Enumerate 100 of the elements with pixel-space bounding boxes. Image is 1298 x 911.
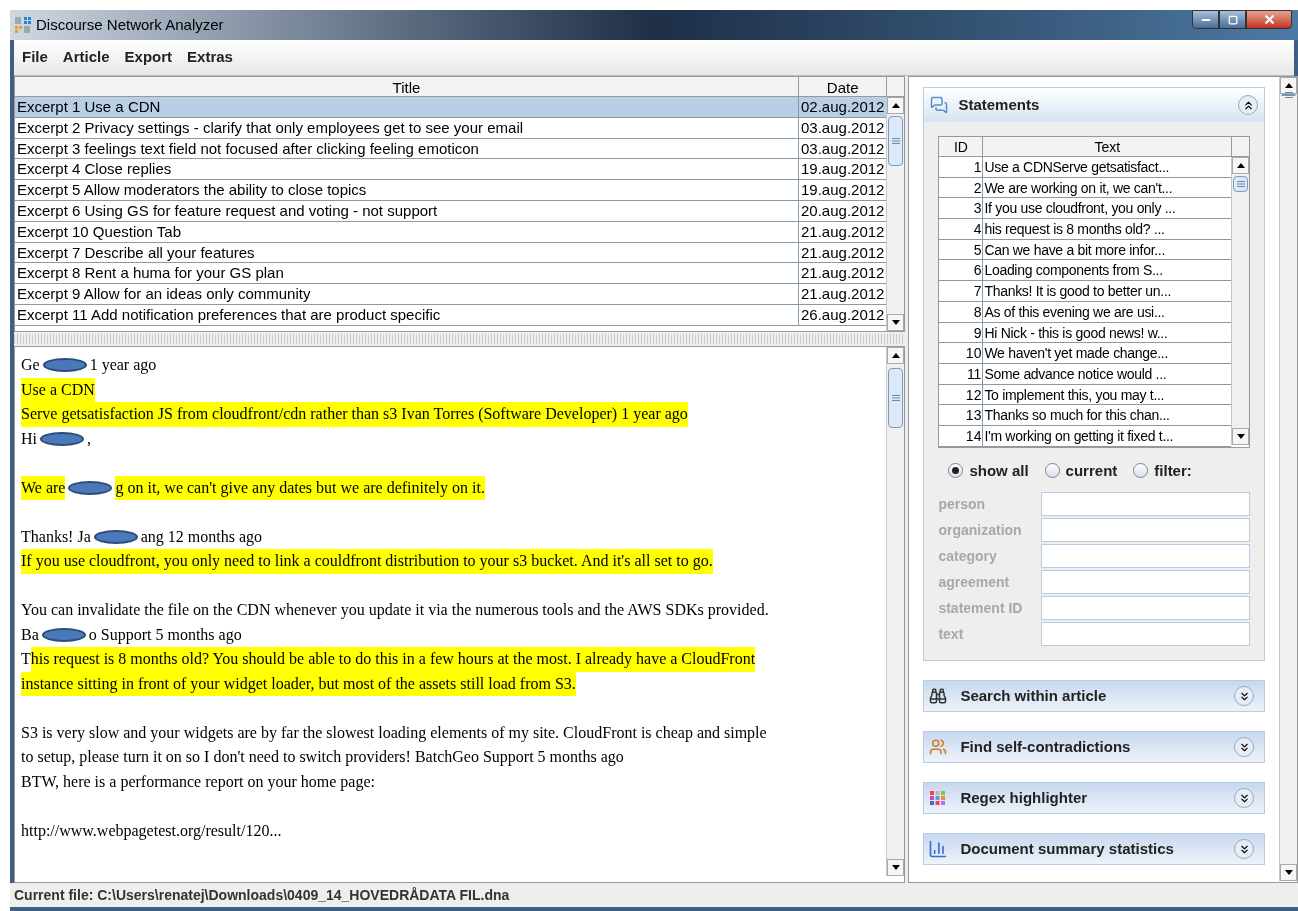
table-cell: Excerpt 2 Privacy settings - clarify that only employees get to see your email xyxy=(15,117,799,138)
article-row[interactable]: Excerpt 1 Use a CDN 02.aug.2012 xyxy=(15,97,887,118)
table-cell: Excerpt 11 Add notification preferences that are product specific xyxy=(15,304,799,325)
field-label: person xyxy=(938,494,987,514)
article-text: Use a CDN xyxy=(21,377,95,402)
statement-row[interactable]: 13 Thanks so much for this chan... xyxy=(939,405,1232,426)
table-cell: Excerpt 9 Allow for an ideas only community xyxy=(15,284,799,304)
scroll-down-button[interactable] xyxy=(1280,864,1298,881)
table-cell-text: I'm working on getting it fixed t... xyxy=(983,426,1175,446)
statement-row[interactable]: 10 We haven't yet made change... xyxy=(939,343,1232,364)
table-cell: 2 xyxy=(939,177,984,198)
table-cell: 1 xyxy=(939,157,984,177)
radio-button[interactable]: current xyxy=(1044,459,1118,483)
article-text: instance sitting in front of your widget loader, but most of the assets still load from S3. xyxy=(21,671,576,696)
maximize-button[interactable] xyxy=(1219,10,1246,29)
statement-row[interactable]: 9 Hi Nick - this is good news! w... xyxy=(939,322,1232,344)
table-cell-text: Loading components from S... xyxy=(983,261,1164,281)
article-text: ang 12 months ago xyxy=(140,526,263,548)
table-cell-text: 21.aug.2012 xyxy=(800,284,886,304)
scroll-thumb[interactable] xyxy=(1281,94,1297,96)
article-row[interactable]: Excerpt 10 Question Tab 21.aug.2012 xyxy=(15,221,887,243)
statement-row[interactable]: 4 his request is 8 months old? ... xyxy=(939,219,1232,240)
article-text: Serve getsatisfaction JS from cloudfront/cdn rather than s3 Ivan Torres (Software Developer) 1 year ago xyxy=(21,402,688,427)
panel-header[interactable]: Search within article xyxy=(923,680,1266,713)
statement-row[interactable]: 12 To implement this, you may t... xyxy=(939,384,1232,406)
statement-row[interactable]: 14 I'm working on getting it fixed t... xyxy=(939,425,1232,447)
scroll-down-button[interactable] xyxy=(1232,428,1250,445)
column-header[interactable]: Date xyxy=(799,77,887,96)
speech-bubbles-icon xyxy=(930,96,949,114)
statement-row[interactable]: 7 Thanks! It is good to better un... xyxy=(939,281,1232,302)
table-cell: Excerpt 7 Describe all your features xyxy=(15,242,799,263)
article-text: g on it, we can't give any dates but we are definitely on it. xyxy=(115,475,485,500)
panel-header[interactable]: Statements xyxy=(924,88,1265,122)
table-cell-text: 19.aug.2012 xyxy=(800,180,886,200)
statement-row[interactable]: 6 Loading components from S... xyxy=(939,260,1232,282)
table-cell: 5 xyxy=(939,239,984,260)
column-header[interactable]: Title xyxy=(15,77,799,96)
column-header[interactable]: ID xyxy=(939,137,984,156)
article-row[interactable]: Excerpt 5 Allow moderators the ability to close topics 19.aug.2012 xyxy=(15,180,887,201)
table-cell: 7 xyxy=(939,281,984,301)
scroll-up-button[interactable] xyxy=(1280,77,1298,94)
menu-item[interactable]: Article xyxy=(62,46,110,69)
scroll-up-button[interactable] xyxy=(887,347,905,364)
table-cell-text: Use a CDNServe getsatisfact... xyxy=(983,158,1171,177)
scroll-up-button[interactable] xyxy=(1232,157,1250,174)
table-cell: 13 xyxy=(939,405,984,425)
article-row[interactable]: Excerpt 3 feelings text field not focused after clicking feeling emoticon 03.aug.2012 xyxy=(15,138,887,160)
statement-row[interactable]: 5 Can we have a bit more infor... xyxy=(939,239,1232,261)
field-label: agreement xyxy=(938,572,1011,592)
article-text: o Support 5 months ago xyxy=(88,624,242,646)
redaction-mark xyxy=(93,529,138,544)
redaction-mark xyxy=(68,480,113,495)
binoculars-icon xyxy=(929,687,948,706)
statement-row[interactable]: 3 If you use cloudfront, you only ... xyxy=(939,198,1232,220)
scroll-down-button[interactable] xyxy=(887,314,905,331)
down-arrow-icon xyxy=(1236,434,1245,439)
table-cell-text: Thanks so much for this chan... xyxy=(983,406,1171,425)
table-cell-text: 02.aug.2012 xyxy=(800,97,886,117)
down-arrow-icon xyxy=(1284,870,1293,875)
status-bar: Current file: C:\Users\renatej\Downloads\0409_14_HOVEDRÅDATA FIL.dna xyxy=(10,883,1298,907)
table-cell-text: Thanks! It is good to better un... xyxy=(983,282,1173,301)
grip-icon xyxy=(1236,181,1245,187)
statement-row[interactable]: 11 Some advance notice would ... xyxy=(939,363,1232,385)
menu-item[interactable]: Extras xyxy=(187,46,233,69)
article-row[interactable]: Excerpt 2 Privacy settings - clarify that only employees get to see your email 03.aug.2012 xyxy=(15,117,887,139)
table-cell-text: 03.aug.2012 xyxy=(800,138,886,159)
close-button[interactable] xyxy=(1246,10,1292,29)
redaction-mark xyxy=(40,431,84,446)
scroll-thumb[interactable] xyxy=(1233,176,1249,192)
statement-row[interactable]: 8 As of this evening we are usi... xyxy=(939,301,1232,323)
article-row[interactable]: Excerpt 6 Using GS for feature request and voting - not support 20.aug.2012 xyxy=(15,201,887,222)
table-cell-text: As of this evening we are usi... xyxy=(983,302,1166,322)
field-label: category xyxy=(938,546,998,566)
radio-button[interactable]: filter: xyxy=(1133,459,1192,483)
table-cell: 14 xyxy=(939,425,984,446)
scroll-thumb[interactable] xyxy=(888,368,904,428)
statement-row[interactable]: 2 We are working on it, we can't... xyxy=(939,177,1232,199)
scroll-down-button[interactable] xyxy=(887,859,905,876)
column-header[interactable]: Text xyxy=(983,137,1232,156)
minimize-button[interactable] xyxy=(1192,10,1219,29)
menu-item[interactable]: File xyxy=(22,46,48,69)
table-cell-text: We haven't yet made change... xyxy=(983,344,1170,363)
panel-header[interactable]: Regex highlighter xyxy=(923,782,1266,815)
article-row[interactable]: Excerpt 9 Allow for an ideas only community 21.aug.2012 xyxy=(15,284,887,305)
scroll-up-button[interactable] xyxy=(887,97,905,114)
article-row[interactable]: Excerpt 8 Rent a huma for your GS plan 21.aug.2012 xyxy=(15,263,887,285)
panel-header[interactable]: Document summary statistics xyxy=(923,833,1266,866)
field-label: organization xyxy=(938,520,1023,540)
table-cell: Excerpt 5 Allow moderators the ability to close topics xyxy=(15,180,799,200)
panel-title: Document summary statistics xyxy=(960,838,1175,859)
article-row[interactable]: Excerpt 4 Close replies 19.aug.2012 xyxy=(15,159,887,181)
panel-header[interactable]: Find self-contradictions xyxy=(923,731,1266,764)
scroll-thumb[interactable] xyxy=(888,116,904,166)
article-row[interactable]: Excerpt 7 Describe all your features 21.aug.2012 xyxy=(15,242,887,264)
radio-button[interactable]: show all xyxy=(948,459,1029,483)
table-cell: Excerpt 1 Use a CDN xyxy=(15,97,799,117)
redaction-mark xyxy=(42,358,87,373)
menu-item[interactable]: Export xyxy=(124,46,173,69)
statement-row[interactable]: 1 Use a CDNServe getsatisfact... xyxy=(939,157,1232,178)
article-row[interactable]: Excerpt 11 Add notification preferences that are product specific 26.aug.2012 xyxy=(15,304,887,326)
